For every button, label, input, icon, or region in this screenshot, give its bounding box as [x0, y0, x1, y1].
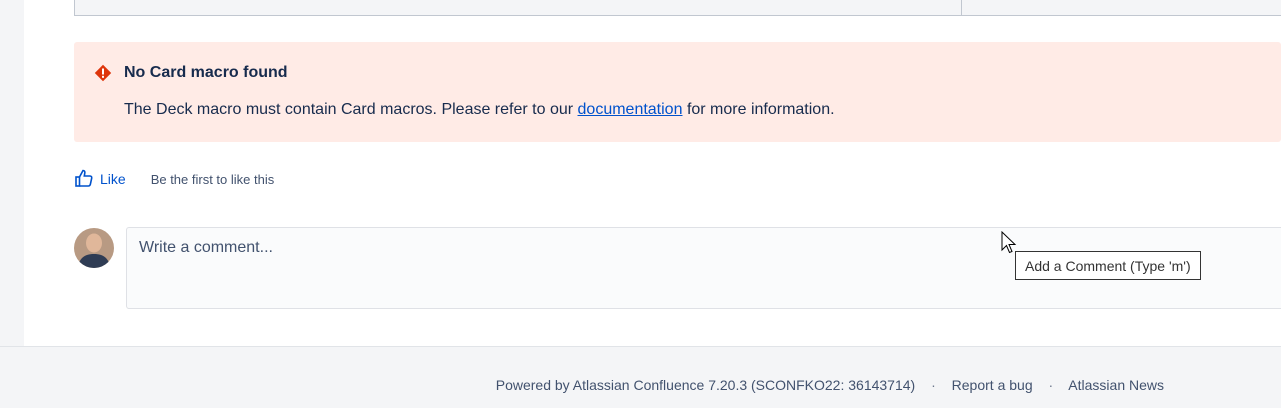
- error-text-after: for more information.: [686, 101, 835, 118]
- atlassian-news-link[interactable]: Atlassian News: [1068, 377, 1164, 393]
- error-text-before: The Deck macro must contain Card macros.…: [124, 101, 574, 118]
- thumbs-up-icon: [74, 168, 100, 191]
- powered-by-text: Powered by Atlassian Confluence 7.20.3 (…: [495, 377, 916, 393]
- footer-separator: ·: [1048, 377, 1054, 393]
- error-message: The Deck macro must contain Card macros.…: [124, 101, 835, 119]
- footer-links: Powered by Atlassian Confluence 7.20.3 (…: [496, 377, 1164, 393]
- add-comment-tooltip: Add a Comment (Type 'm'): [1015, 251, 1201, 280]
- like-hint: Be the first to like this: [150, 171, 275, 187]
- error-title: No Card macro found: [124, 64, 288, 81]
- table-bottom-edge: [74, 0, 1281, 16]
- like-button[interactable]: Like: [74, 168, 126, 191]
- documentation-link[interactable]: documentation: [578, 101, 683, 118]
- footer-separator: ·: [931, 377, 936, 393]
- like-row: Like Be the first to like this: [74, 168, 274, 190]
- error-icon: [94, 64, 112, 82]
- page-content: No Card macro found The Deck macro must …: [24, 0, 1281, 346]
- table-column-divider: [961, 0, 962, 16]
- report-bug-link[interactable]: Report a bug: [952, 377, 1033, 393]
- avatar: [74, 228, 114, 268]
- macro-error-panel: No Card macro found The Deck macro must …: [74, 42, 1281, 142]
- footer: Powered by Atlassian Confluence 7.20.3 (…: [0, 346, 1281, 408]
- comment-placeholder: Write a comment...: [139, 239, 273, 256]
- like-label: Like: [100, 171, 126, 187]
